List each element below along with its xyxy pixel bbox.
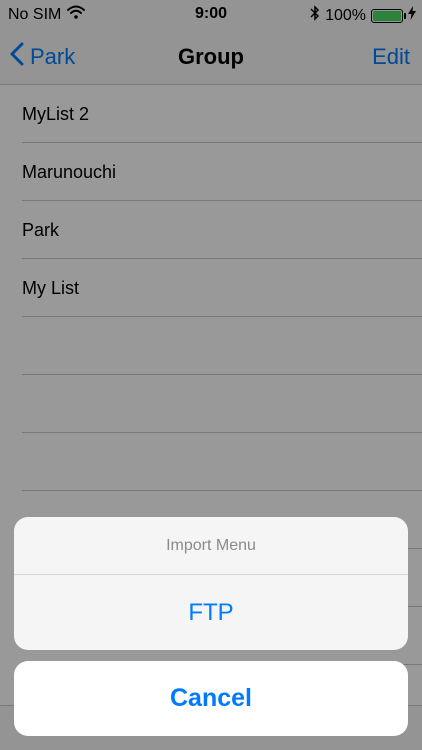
action-sheet: Import Menu FTP bbox=[14, 517, 408, 650]
ftp-button[interactable]: FTP bbox=[14, 575, 408, 650]
action-sheet-title: Import Menu bbox=[14, 517, 408, 575]
cancel-button[interactable]: Cancel bbox=[14, 661, 408, 736]
